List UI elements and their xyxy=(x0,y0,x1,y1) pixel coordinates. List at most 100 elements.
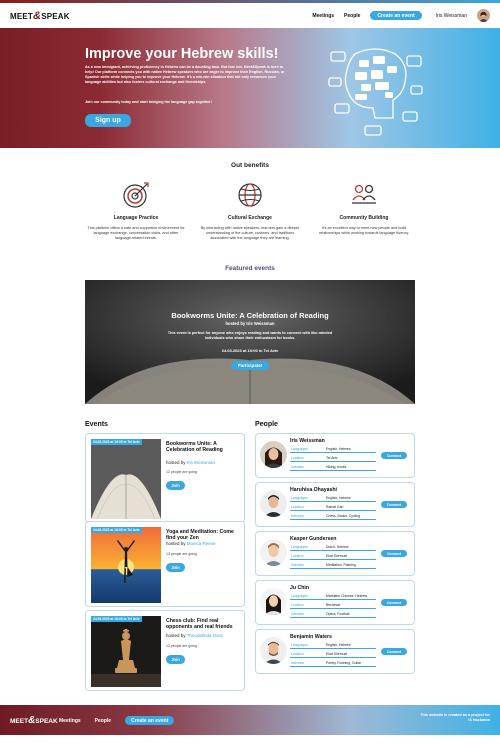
footer-create-event-button[interactable]: Create an event xyxy=(125,716,175,725)
person-languages-row: Languages English, Hebrew xyxy=(290,446,376,453)
event-title[interactable]: Chess club: Find real opponents and real… xyxy=(166,618,241,630)
person-card[interactable]: Kasper Gundersen Languages Dutch, Hebrew … xyxy=(255,531,415,576)
logo-text-left: MEET xyxy=(10,718,29,725)
user-name[interactable]: Iris Weissman xyxy=(436,13,467,19)
event-card[interactable]: 24.03.2023 at 10:00 in Tel Aviv Yoga and… xyxy=(85,521,245,607)
hero-call-to-action-text: Join our community today and start bridg… xyxy=(85,100,212,104)
connect-button[interactable]: Connect xyxy=(381,501,407,508)
languages-label: Languages xyxy=(291,496,308,500)
interests-label: Interests xyxy=(291,612,305,616)
nav-meetings[interactable]: Meetings xyxy=(312,13,334,19)
person-languages: Mandarin Chinese, Hebrew xyxy=(326,594,368,598)
person-interests-row: Interests Opera, Football xyxy=(290,611,376,618)
participate-button[interactable]: Participate! xyxy=(231,361,269,370)
person-card[interactable]: Haruhisa Ohayashi Languages English, Hebr… xyxy=(255,482,415,527)
join-button[interactable]: Join xyxy=(166,563,185,572)
location-label: Location xyxy=(291,652,304,656)
hosted-prefix: hosted by xyxy=(166,460,186,465)
create-event-button[interactable]: Create an event xyxy=(370,11,422,20)
person-languages-row: Languages English, Hebrew xyxy=(290,642,376,649)
person-card[interactable]: Iris Weissman Languages English, Hebrew L… xyxy=(255,433,415,478)
people-title: People xyxy=(255,421,278,428)
person-name[interactable]: Ju Chin xyxy=(290,585,309,591)
event-title[interactable]: Bookworms Unite: A Celebration of Readin… xyxy=(166,441,241,453)
event-attendance: 12 people are going xyxy=(166,470,197,474)
person-languages-row: Languages Dutch, Hebrew xyxy=(290,544,376,551)
person-location-row: Location Beshevat xyxy=(290,602,376,609)
person-location: Ekat Shemuel xyxy=(326,652,348,656)
featured-event-host[interactable]: Iris Weissman xyxy=(246,321,274,326)
footer-nav-people[interactable]: People xyxy=(95,718,111,724)
person-photo xyxy=(260,441,287,468)
person-interests: Meditation, Painting xyxy=(326,563,356,567)
event-attendance: 12 people are going xyxy=(166,644,197,648)
event-attendance: 13 people are going xyxy=(166,552,197,556)
person-interests: Chess, Books, Cycling xyxy=(326,514,360,518)
location-label: Location xyxy=(291,505,304,509)
person-location-row: Location Ekat Shemuel xyxy=(290,651,376,658)
featured-event-description: This event is perfect for anyone who enj… xyxy=(167,331,333,340)
person-avatar[interactable] xyxy=(260,588,287,615)
logo-text-right: SPEAK xyxy=(35,718,58,725)
benefit-title: Language Practice xyxy=(113,215,159,221)
person-languages-row: Languages English, Hebrew xyxy=(290,495,376,502)
person-languages: English, Hebrew xyxy=(326,447,351,451)
person-avatar[interactable] xyxy=(260,637,287,664)
person-card[interactable]: Benjamin Waters Languages English, Hebrew… xyxy=(255,629,415,674)
benefit-title: Community Building xyxy=(339,215,389,221)
event-image: 24.03.2023 at 10:00 in Tel Aviv xyxy=(91,616,161,687)
person-interests-row: Interests Chess, Books, Cycling xyxy=(290,513,376,520)
connect-button[interactable]: Connect xyxy=(381,648,407,655)
logo[interactable]: MEET&SPEAK xyxy=(10,10,70,22)
event-card[interactable]: 24.03.2023 at 10:00 in Tel Aviv Chess cl… xyxy=(85,610,245,691)
person-name[interactable]: Kasper Gundersen xyxy=(290,536,336,542)
event-host[interactable]: Iris Weissman xyxy=(187,460,215,465)
benefit-description: It's an excellent way to meet new people… xyxy=(318,226,410,236)
event-image: 24.03.2023 at 19:00 in Tel Aviv xyxy=(91,439,161,519)
benefit-community-building: Community Building It's an excellent way… xyxy=(314,180,414,236)
benefits-title: Out benefits xyxy=(231,162,269,169)
person-languages: English, Hebrew xyxy=(326,643,351,647)
person-interests: Poetry, Running, Guitar xyxy=(326,661,362,665)
person-name[interactable]: Benjamin Waters xyxy=(290,634,332,640)
sign-up-button[interactable]: Sign up xyxy=(85,114,131,127)
interests-label: Interests xyxy=(291,563,305,567)
languages-label: Languages xyxy=(291,447,308,451)
person-location-row: Location Ramat Gan xyxy=(290,504,376,511)
event-title[interactable]: Yoga and Meditation: Come find your Zen xyxy=(166,529,241,541)
person-avatar[interactable] xyxy=(260,490,287,517)
event-host[interactable]: Theodelinda Dora xyxy=(187,633,223,638)
person-avatar[interactable] xyxy=(260,539,287,566)
person-languages: Dutch, Hebrew xyxy=(326,545,349,549)
location-label: Location xyxy=(291,603,304,607)
person-location: Beshevat xyxy=(326,603,341,607)
event-card[interactable]: 24.03.2023 at 19:00 in Tel Aviv Bookworm… xyxy=(85,433,245,523)
interests-label: Interests xyxy=(291,465,305,469)
speech-bubbles-head-icon xyxy=(328,48,423,136)
hosted-prefix: hosted by xyxy=(166,633,186,638)
person-name[interactable]: Iris Weissman xyxy=(290,438,325,444)
connect-button[interactable]: Connect xyxy=(381,452,407,459)
footer-logo[interactable]: MEET&SPEAK xyxy=(10,715,58,726)
person-avatar[interactable] xyxy=(260,441,287,468)
languages-label: Languages xyxy=(291,643,308,647)
footer-nav-meetings[interactable]: Meetings xyxy=(59,718,81,724)
benefit-description: By interacting with native speakers, lea… xyxy=(200,226,300,241)
join-button[interactable]: Join xyxy=(166,481,185,490)
logo-text-right: SPEAK xyxy=(41,11,70,21)
languages-label: Languages xyxy=(291,545,308,549)
event-host[interactable]: Monica Reeve xyxy=(187,541,216,546)
person-photo xyxy=(260,588,287,615)
connect-button[interactable]: Connect xyxy=(381,550,407,557)
target-icon xyxy=(123,182,149,208)
benefit-cultural-exchange: Cultural Exchange By interacting with na… xyxy=(200,180,300,242)
user-avatar[interactable] xyxy=(477,9,490,22)
person-name[interactable]: Haruhisa Ohayashi xyxy=(290,487,337,493)
connect-button[interactable]: Connect xyxy=(381,599,407,606)
nav-people[interactable]: People xyxy=(344,13,360,19)
event-host-line: hosted by Theodelinda Dora xyxy=(166,633,222,638)
chess-piece-image xyxy=(91,616,161,687)
person-card[interactable]: Ju Chin Languages Mandarin Chinese, Hebre… xyxy=(255,580,415,625)
join-button[interactable]: Join xyxy=(166,655,185,664)
featured-event-host-line: hosted by Iris Weissman xyxy=(85,321,415,326)
